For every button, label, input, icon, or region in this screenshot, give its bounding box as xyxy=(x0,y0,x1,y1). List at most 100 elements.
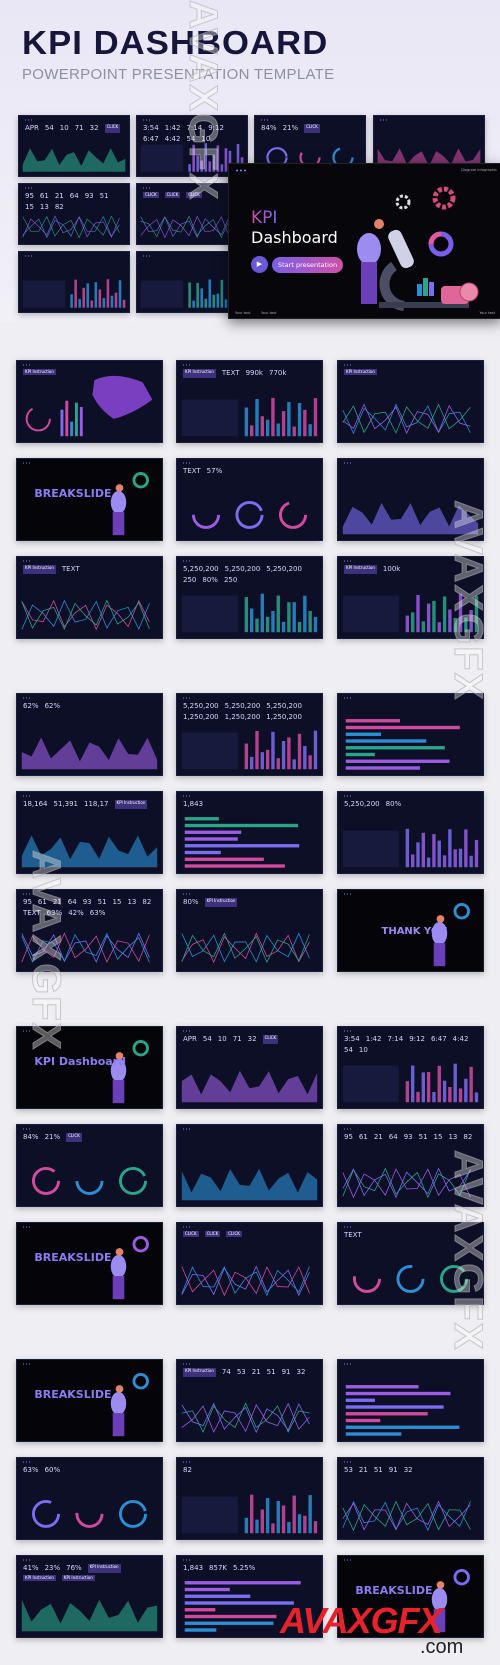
slide-preview[interactable]: BREAKSLIDE xyxy=(16,1222,163,1305)
bar-mark xyxy=(244,407,249,437)
slide-label: 9:12 xyxy=(409,1035,425,1043)
slide-preview[interactable]: 53 21 51 91 32 xyxy=(337,1457,484,1540)
slide-label: 95 xyxy=(25,192,34,200)
slide-preview[interactable]: BREAKSLIDE xyxy=(16,1359,163,1442)
thumbnail-slide[interactable]: APR 54 10 71 32 CLICK xyxy=(18,115,130,177)
slide-label: CLICK xyxy=(143,192,159,198)
slide-label: 1,843 xyxy=(183,800,204,808)
slide-preview[interactable]: 1,843 xyxy=(176,791,323,874)
slide-preview[interactable]: KPI Instruction TEXT xyxy=(16,556,163,639)
donut-icon xyxy=(132,1236,149,1253)
hbar-mark xyxy=(345,739,427,743)
slide-label: 82 xyxy=(463,1133,473,1141)
slide-preview[interactable]: 5,250,200 5,250,200 5,250,200 250 80% 250 xyxy=(176,556,323,639)
slide-label: 21 xyxy=(54,192,64,200)
slide-preview[interactable]: TEXT 57% xyxy=(176,458,323,541)
slide-text: 84% 21% CLICK xyxy=(23,1133,156,1142)
hbar-mark xyxy=(345,752,375,757)
bar-mark xyxy=(426,1071,431,1103)
ring-mark xyxy=(31,1499,61,1528)
slide-preview[interactable]: KPI Instruction 74 53 21 51 91 32 xyxy=(176,1359,323,1442)
bar-mark xyxy=(106,279,110,308)
play-button[interactable]: ▶ xyxy=(251,256,268,273)
hbar-mark xyxy=(345,766,420,770)
line-mark xyxy=(22,215,120,239)
slide-label: 5.25% xyxy=(233,1564,256,1572)
bar-mark xyxy=(448,1086,452,1103)
slide-preview[interactable] xyxy=(176,1124,323,1207)
slide-text: KPI Instruction TEXT 990k 770k xyxy=(183,369,316,378)
bar-mark xyxy=(292,602,296,633)
panel xyxy=(140,280,184,308)
slide-text: 5,250,200 5,250,200 5,250,200 250 80% 250 xyxy=(183,565,316,585)
slide-label: 60% xyxy=(44,1466,61,1474)
slide-label: 4:42 xyxy=(164,135,181,143)
slide-label: CLICK xyxy=(204,1231,221,1237)
slide-preview[interactable]: THANK YOU xyxy=(337,889,484,972)
slide-preview[interactable]: 84% 21% CLICK xyxy=(16,1124,163,1207)
watermark: AVAXGFX xyxy=(181,0,226,202)
slide-text: KPI Instruction 74 53 21 51 91 32 xyxy=(183,1368,316,1377)
slide-label: 54 xyxy=(44,124,54,132)
bar-mark xyxy=(313,1521,318,1534)
slide-label: 91 xyxy=(281,1368,291,1376)
panel xyxy=(181,1496,238,1534)
bar-mark xyxy=(281,621,286,633)
slide-label: 95 xyxy=(344,1133,353,1141)
slide-label: 32 xyxy=(89,124,99,132)
slide-label: 3:54 xyxy=(344,1035,360,1043)
donut-icon xyxy=(132,1373,149,1390)
slide-label: 93 xyxy=(84,192,94,200)
slide-label: 61 xyxy=(39,192,49,200)
hbar-mark xyxy=(345,1405,444,1409)
slide-preview[interactable]: 5,250,200 5,250,200 5,250,200 1,250,200 1,25… xyxy=(176,693,323,776)
slide-text: 80% KPI Instruction xyxy=(183,898,316,907)
slide-preview[interactable]: KPI Instruction xyxy=(337,360,484,443)
slide-label: 32 xyxy=(296,1368,306,1376)
bar-mark xyxy=(410,1065,415,1103)
avaxgfx-logo-domain: .com xyxy=(420,1636,464,1658)
bar-mark xyxy=(297,402,302,437)
hbar-mark xyxy=(345,1385,419,1389)
slide-preview[interactable] xyxy=(337,1359,484,1442)
slide-preview[interactable]: 80% KPI Instruction xyxy=(176,889,323,972)
slide-text: APR 54 10 71 32 CLICK xyxy=(183,1035,316,1044)
slide-preview[interactable]: 41% 23% 76% KPI Instruction KPI Instruction K… xyxy=(16,1555,163,1638)
hero-kpi: KPI xyxy=(251,208,278,228)
slide-preview[interactable]: 3:54 1:42 7:14 9:12 6:47 4:42 54 10 xyxy=(337,1026,484,1109)
slide-preview[interactable]: KPI Instruction xyxy=(16,360,163,443)
bar-mark xyxy=(474,1092,479,1103)
slide-preview[interactable]: CLICK CLICK CLICK xyxy=(176,1222,323,1305)
thumbnail-slide[interactable]: 95 61 21 64 93 51 15 13 82 xyxy=(18,183,130,245)
slide-label: CLICK xyxy=(262,1035,279,1044)
bar-mark xyxy=(281,411,286,437)
slide-preview[interactable]: APR 54 10 71 32 CLICK xyxy=(176,1026,323,1109)
ring-mark xyxy=(191,500,221,529)
thumbnail-slide[interactable] xyxy=(18,251,130,313)
slide-preview[interactable]: 5,250,200 80% xyxy=(337,791,484,874)
bar-mark xyxy=(244,743,249,770)
hbar-mark xyxy=(184,1581,301,1585)
slide-preview[interactable]: 82 xyxy=(176,1457,323,1540)
slide-preview[interactable]: KPI Instruction TEXT 990k 770k xyxy=(176,360,323,443)
slide-label: BREAKSLIDE xyxy=(34,1251,112,1265)
area-mark xyxy=(21,1599,158,1632)
slide-label: 32 xyxy=(247,1035,257,1043)
slide-label: CLICK xyxy=(66,1133,82,1142)
panel xyxy=(140,144,184,172)
bar-mark xyxy=(308,424,312,437)
slide-label: KPI Instruction xyxy=(204,898,238,907)
start-presentation-button[interactable]: Start presentation xyxy=(272,257,344,273)
slide-preview[interactable]: 62% 62% xyxy=(16,693,163,776)
bar-mark xyxy=(448,829,452,868)
bar-mark xyxy=(303,1515,307,1534)
bar-mark xyxy=(75,402,78,437)
area-mark xyxy=(21,737,158,770)
bar-mark xyxy=(287,602,291,633)
slide-preview[interactable]: 63% 60% xyxy=(16,1457,163,1540)
slide-preview[interactable]: BREAKSLIDE xyxy=(16,458,163,541)
slide-label: 64 xyxy=(69,192,79,200)
bar-mark xyxy=(249,1494,254,1534)
slide-preview[interactable] xyxy=(337,693,484,776)
panel xyxy=(22,280,66,308)
